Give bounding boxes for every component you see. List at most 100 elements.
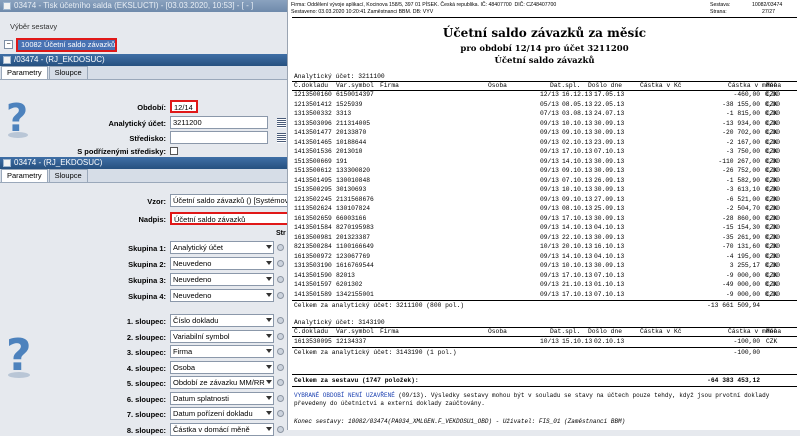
table-cell: 20.10.13 [562, 243, 593, 250]
column-header: Var.symbol [336, 328, 374, 335]
select-section-label: Výběr sestavy [10, 22, 58, 31]
tab-parametry[interactable]: Parametry [1, 66, 48, 79]
table-cell: 1313503096 [294, 119, 332, 127]
sloupec-select[interactable]: Číslo dokladu [170, 314, 274, 327]
skupina-select[interactable]: Neuvedeno [170, 257, 274, 270]
skupina-label: Skupina 3: [128, 276, 166, 285]
group-label: Analytický účet: 3143190 [294, 319, 385, 326]
table-cell: 130010848 [336, 176, 371, 184]
pin-icon[interactable] [277, 332, 284, 340]
table-cell: CZK [766, 91, 778, 98]
pin-icon[interactable] [277, 410, 284, 417]
table-cell: CZK [766, 271, 778, 279]
table-cell: 27.09.13 [594, 195, 625, 203]
table-cell: 08.05.13 [562, 100, 593, 108]
tab-sloupce[interactable]: Sloupce [48, 169, 88, 182]
table-cell: 15.10.13 [562, 338, 593, 345]
str-label: Str [276, 230, 286, 237]
skupina-select[interactable]: Neuvedeno [170, 289, 274, 302]
selected-report-item[interactable]: 10082 Účetní saldo závazků [16, 38, 117, 52]
skupina-label: Skupina 1: [128, 244, 166, 253]
sloupec-select[interactable]: Osoba [170, 360, 274, 374]
table-cell: 09.10.13 [562, 167, 593, 174]
sloupec-select[interactable]: Datum pořízení dokladu [170, 407, 274, 420]
table-cell: 1613502659 [294, 214, 332, 222]
sloupec-value: Číslo dokladu [173, 316, 219, 325]
table-cell: 03.08.13 [562, 110, 593, 117]
column-header: Osoba [488, 328, 507, 335]
table-row: 1413501590 82013 09/13 17.10.13 07.10.13 -9 0… [288, 272, 800, 280]
podriz-checkbox[interactable] [170, 147, 178, 155]
sloupec-select[interactable]: Částka v domácí měně [170, 422, 274, 436]
table-cell: CZK [766, 129, 778, 136]
sloupec-select[interactable]: Firma [170, 345, 274, 358]
table-cell: 1413501589 [294, 290, 332, 298]
list-picker-icon[interactable] [277, 118, 286, 128]
table-cell: 1213501412 [294, 100, 332, 108]
skupina-select[interactable]: Analytický účet [170, 241, 274, 254]
table-cell: 09/13 [540, 233, 559, 241]
table-cell: 10.10.13 [562, 119, 593, 127]
list-picker-icon[interactable] [277, 133, 286, 143]
pin-icon[interactable] [277, 292, 284, 299]
chevron-down-icon [266, 364, 272, 369]
report-preview: Firma: Oddělení vývoje aplikací, Kocinov… [287, 0, 800, 430]
obdobi-field[interactable]: 12/14 [170, 100, 198, 113]
vzor-label: Vzor: [147, 197, 166, 206]
table-row: 1313500332 3313 07/13 03.08.13 24.07.13 -1 81… [288, 110, 800, 118]
strana-label: Strana: [710, 9, 727, 15]
sloupec-label: 2. sloupec: [126, 332, 166, 342]
pin-icon[interactable] [277, 317, 284, 324]
sloupec-select[interactable]: Datum splatnosti [170, 391, 274, 405]
pin-icon[interactable] [277, 348, 284, 355]
collapse-icon[interactable]: − [4, 40, 13, 49]
pin-icon[interactable] [277, 276, 284, 283]
pin-icon[interactable] [277, 394, 284, 402]
table-cell: 30.09.13 [594, 233, 625, 241]
table-cell: 2013010 [336, 148, 363, 155]
table-cell: 30.09.13 [594, 167, 625, 174]
pin-icon[interactable] [277, 260, 284, 267]
table-cell: 17.10.13 [562, 271, 593, 279]
table-cell: CZK [766, 100, 778, 108]
vzor-field[interactable]: Účetní saldo závazků () [Systémov [170, 194, 288, 207]
report-header-created: Sestaveno: 03.03.2020 10:20:41 Zaměstnan… [291, 9, 434, 15]
sloupec-value: Datum pořízení dokladu [173, 409, 253, 418]
sloupec-label: 7. sloupec: [126, 410, 166, 419]
sloupec-label: 6. sloupec: [126, 394, 166, 404]
help-shadow [8, 372, 30, 378]
table-cell: 20133870 [336, 129, 367, 136]
sloupec-select[interactable]: Variabilní symbol [170, 329, 274, 343]
pin-icon[interactable] [277, 425, 284, 433]
sloupec-select[interactable]: Období ze závazku MM/RR [170, 376, 274, 389]
report-subtitle: pro období 12/14 pro účet 3211200 [460, 44, 629, 54]
table-row: 1413501536 2013010 09/13 17.10.13 07.10.13 -3… [288, 148, 800, 156]
tab-parametry[interactable]: Parametry [1, 169, 48, 182]
table-cell: 1525939 [336, 100, 363, 108]
nadpis-field[interactable]: Účetní saldo závazků [170, 212, 288, 225]
table-cell: 14.10.13 [562, 157, 593, 165]
skupina-select[interactable]: Neuvedeno [170, 273, 274, 286]
sloupec-value: Částka v domácí měně [173, 424, 250, 434]
table-cell: 1613530095 [294, 338, 332, 345]
pin-icon[interactable] [277, 244, 284, 251]
chevron-down-icon [266, 293, 272, 297]
period-warning-red: VYBRANÉ OBDOBÍ NENÍ UZAVŘENÉ [294, 392, 395, 399]
column-header: Firma [380, 328, 399, 335]
group-total-label: Celkem za analytický účet: 3211100 (800 … [294, 302, 465, 309]
divider [292, 374, 797, 375]
table-cell: CZK [766, 224, 778, 231]
period-warning-2: převedeny do účetnictví a externí doklad… [294, 400, 485, 407]
column-header: Částka v Kč [640, 328, 682, 335]
app-icon [3, 2, 11, 10]
table-cell: 09/13 [540, 271, 559, 279]
pin-icon[interactable] [277, 379, 284, 386]
ucet-field[interactable]: 3211200 [170, 116, 268, 129]
stredisko-field[interactable] [170, 131, 268, 144]
table-cell: 1513500612 [294, 167, 332, 174]
pin-icon[interactable] [277, 363, 284, 371]
tab-sloupce[interactable]: Sloupce [48, 66, 88, 79]
column-header: Č.dokladu [294, 82, 329, 89]
table-row: 1213502245 2131568676 09/13 09.10.13 27.09.1… [288, 196, 800, 204]
table-cell: 07/13 [540, 110, 559, 117]
